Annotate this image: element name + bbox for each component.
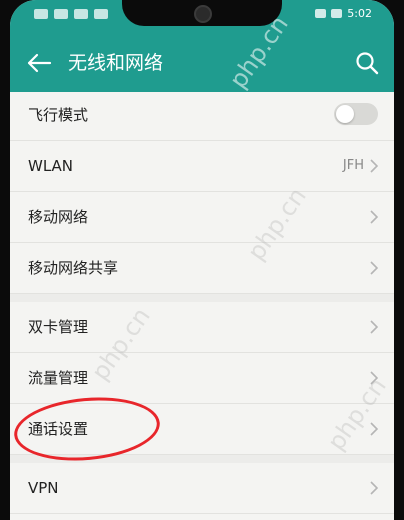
airplane-mode-toggle[interactable] xyxy=(334,103,378,125)
phone-screen: 5:02 无线和网络 飞行模式 WLAN JFH 移动网络 移动网络共享 双卡管… xyxy=(10,0,394,520)
chevron-right-icon xyxy=(370,371,378,385)
search-icon[interactable] xyxy=(354,50,380,76)
alarm-icon xyxy=(315,9,327,18)
settings-item-wlan[interactable]: WLAN JFH xyxy=(10,141,394,192)
signal-icon xyxy=(54,9,68,19)
settings-item-label: 双卡管理 xyxy=(28,318,89,336)
toggle-knob xyxy=(336,105,354,123)
camera-notch xyxy=(122,0,282,26)
settings-item-airplane-mode[interactable]: 飞行模式 xyxy=(10,90,394,141)
settings-item-vpn[interactable]: VPN xyxy=(10,463,394,514)
settings-item-label: WLAN xyxy=(28,157,74,175)
battery-icon xyxy=(331,9,343,18)
camera-icon xyxy=(194,5,212,23)
settings-item-value: JFH xyxy=(342,158,364,173)
chevron-right-icon xyxy=(370,320,378,334)
settings-item-label: VPN xyxy=(28,479,59,497)
settings-item-mobile-network[interactable]: 移动网络 xyxy=(10,192,394,243)
back-arrow-icon[interactable] xyxy=(26,52,52,74)
settings-item-label: 移动网络 xyxy=(28,208,89,226)
status-icons-left xyxy=(34,9,108,19)
settings-item-label: 流量管理 xyxy=(28,369,89,387)
settings-item-dual-sim[interactable]: 双卡管理 xyxy=(10,302,394,353)
notification-icon xyxy=(94,9,108,19)
app-header: 5:02 无线和网络 xyxy=(10,0,394,92)
settings-item-label: 移动网络共享 xyxy=(28,259,119,277)
status-time: 5:02 xyxy=(347,7,372,20)
settings-item-label: 飞行模式 xyxy=(28,106,89,124)
chevron-right-icon xyxy=(370,261,378,275)
settings-item-tethering[interactable]: 移动网络共享 xyxy=(10,243,394,294)
wifi-icon xyxy=(74,9,88,19)
status-icons-right: 5:02 xyxy=(315,7,372,20)
signal-icon xyxy=(34,9,48,19)
section-divider xyxy=(10,294,394,302)
chevron-right-icon xyxy=(370,210,378,224)
page-title: 无线和网络 xyxy=(68,52,164,74)
chevron-right-icon xyxy=(370,481,378,495)
settings-item-data-usage[interactable]: 流量管理 xyxy=(10,353,394,404)
chevron-right-icon xyxy=(370,159,378,173)
chevron-right-icon xyxy=(370,422,378,436)
